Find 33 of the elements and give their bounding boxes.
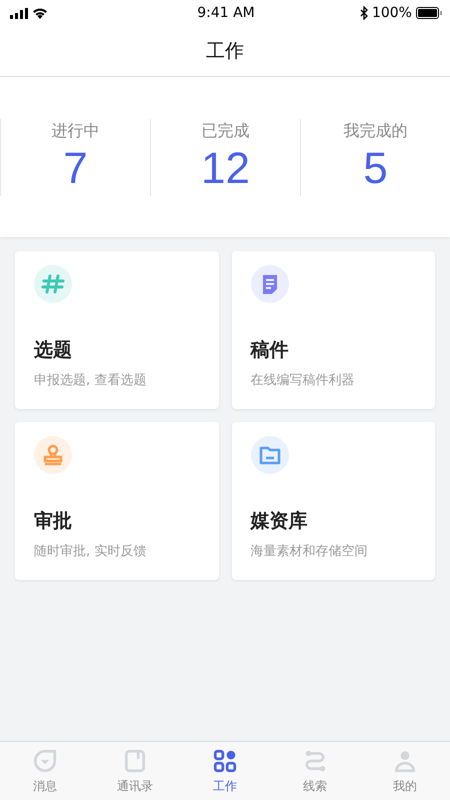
card-title: 选题 [34,338,73,363]
stat-label: 进行中 [52,120,100,142]
card-subtitle: 随时审批, 实时反馈 [34,543,148,560]
wifi-icon [32,7,48,19]
card-title: 稿件 [250,338,290,363]
page-title: 工作 [206,39,244,64]
stat-value: 7 [63,144,88,194]
tab-bar-item[interactable]: 消息 [0,742,90,800]
stat-label: 已完成 [202,120,250,142]
card-subtitle: 海量素材和存储空间 [250,543,368,560]
feature-card[interactable]: 稿件 在线编写稿件利器 [232,251,435,409]
tab-bar-item[interactable]: 工作 [180,742,270,800]
battery-percent: 100% [372,5,412,21]
card-subtitle: 在线编写稿件利器 [250,372,356,389]
grid-icon [212,748,238,774]
stat-value: 12 [201,144,250,194]
tab-bar-item[interactable]: 我的 [360,742,450,800]
battery-icon [416,7,442,19]
stat-value: 5 [363,144,388,194]
bluetooth-icon [360,6,368,20]
stat-label: 我完成的 [344,120,408,142]
signal-icon [10,8,28,18]
status-time: 9:41 AM [197,5,255,21]
card-title: 审批 [34,509,73,534]
feature-card[interactable]: 媒资库 海量素材和存储空间 [232,422,435,580]
feature-card[interactable]: 审批 随时审批, 实时反馈 [15,422,218,580]
chat-bubble-icon [32,748,58,774]
tab-bar-item[interactable]: 通讯录 [90,742,180,800]
contact-book-icon [122,748,148,774]
card-title: 媒资库 [250,509,308,534]
feature-card[interactable]: 选题 申报选题, 查看选题 [15,251,218,409]
tab-bar-item[interactable]: 线索 [270,742,360,800]
card-subtitle: 申报选题, 查看选题 [34,372,148,389]
